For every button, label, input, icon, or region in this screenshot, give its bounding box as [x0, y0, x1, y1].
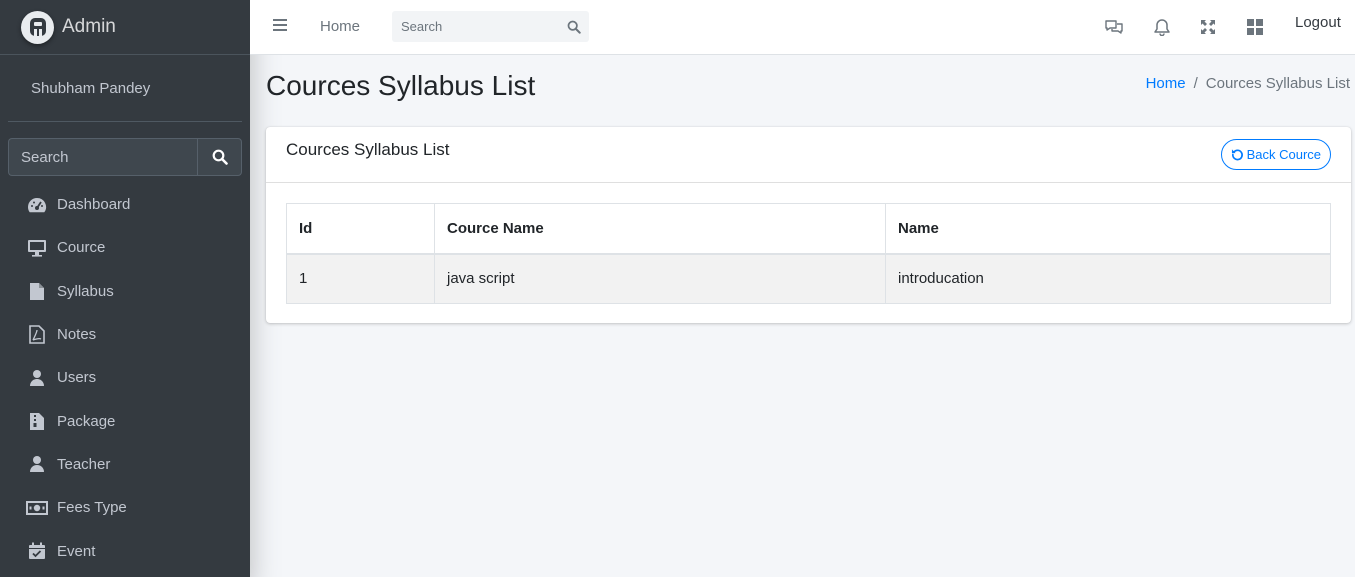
user-icon — [26, 454, 48, 474]
breadcrumb-home-link[interactable]: Home — [1146, 75, 1186, 92]
navbar-search-input[interactable]: Search — [392, 19, 559, 34]
sidebar-item-label: Notes — [57, 326, 97, 344]
sidebar-item-label: Dashboard — [57, 196, 131, 214]
apps-button[interactable] — [1244, 16, 1266, 38]
expand-icon — [1201, 20, 1215, 34]
column-header-cource-name: Cource Name — [434, 203, 886, 255]
table-row: 1 java script introducation — [286, 253, 1331, 304]
brand-logo-icon — [29, 18, 46, 36]
breadcrumb-separator: / — [1193, 75, 1198, 92]
sidebar-item-label: Fees Type — [57, 499, 127, 517]
menu-toggle-button[interactable] — [272, 18, 288, 37]
sidebar-item-fees-type[interactable]: Fees Type — [8, 486, 242, 529]
sidebar-item-label: Teacher — [57, 455, 111, 473]
sidebar-item-notes[interactable]: Notes — [8, 313, 242, 356]
sidebar-search-button[interactable] — [197, 138, 242, 176]
column-header-name: Name — [885, 203, 1331, 255]
sidebar-item-package[interactable]: Package — [8, 399, 242, 442]
sidebar-item-cource[interactable]: Cource — [8, 226, 242, 269]
back-cource-label: Back Cource — [1246, 147, 1321, 162]
bars-icon — [273, 19, 287, 31]
back-cource-button[interactable]: Back Cource — [1220, 139, 1331, 170]
card-title: Cources Syllabus List — [286, 140, 450, 159]
navbar-search-button[interactable] — [559, 20, 589, 34]
sidebar-item-label: Cource — [57, 239, 106, 257]
comments-icon — [1105, 20, 1123, 34]
sidebar-search-input[interactable]: Search — [8, 138, 197, 176]
search-icon — [567, 20, 581, 34]
sidebar-item-label: Users — [57, 369, 97, 387]
desktop-icon — [26, 238, 48, 258]
tachometer-icon — [26, 195, 48, 215]
navbar-search: Search — [392, 11, 589, 42]
table-header-row: Id Cource Name Name — [286, 203, 1331, 255]
sidebar-item-label: Package — [57, 412, 116, 430]
money-bill-icon — [26, 498, 48, 518]
sidebar-item-syllabus[interactable]: Syllabus — [8, 270, 242, 313]
file-archive-icon — [26, 411, 48, 431]
sidebar-item-users[interactable]: Users — [8, 356, 242, 399]
syllabus-table: Id Cource Name Name 1 java script introd… — [286, 203, 1331, 304]
fullscreen-button[interactable] — [1197, 16, 1219, 38]
brand-link[interactable]: Admin — [0, 0, 250, 55]
user-name[interactable]: Shubham Pandey — [31, 80, 150, 97]
logout-link[interactable]: Logout — [1295, 14, 1341, 31]
calendar-check-icon — [26, 541, 48, 561]
card-header: Cources Syllabus List Back Cource — [266, 127, 1351, 183]
nav-home-link[interactable]: Home — [320, 18, 360, 35]
sidebar-item-label: Syllabus — [57, 282, 114, 300]
cell-cource-name: java script — [434, 253, 886, 304]
sidebar-nav: Dashboard Cource Syllabus Notes Users Pa… — [8, 183, 242, 573]
undo-icon — [1231, 149, 1243, 161]
main-sidebar: Admin Shubham Pandey Search Dashboard Co… — [0, 0, 250, 577]
notifications-button[interactable] — [1151, 16, 1173, 38]
sidebar-item-teacher[interactable]: Teacher — [8, 443, 242, 486]
th-large-icon — [1247, 19, 1263, 35]
sidebar-item-event[interactable]: Event — [8, 529, 242, 572]
sidebar-item-label: Event — [57, 542, 96, 560]
sidebar-item-dashboard[interactable]: Dashboard — [8, 183, 242, 226]
brand-text: Admin — [62, 16, 116, 37]
search-icon — [212, 149, 228, 165]
brand-logo — [21, 10, 54, 44]
breadcrumb: Home / Cources Syllabus List — [1146, 75, 1350, 92]
user-panel: Shubham Pandey — [8, 55, 242, 122]
messages-button[interactable] — [1103, 16, 1125, 38]
column-header-id: Id — [286, 203, 435, 255]
cell-name: introducation — [885, 253, 1331, 304]
file-pdf-icon — [26, 325, 48, 345]
file-icon — [26, 281, 48, 301]
bell-icon — [1154, 19, 1170, 36]
breadcrumb-active: Cources Syllabus List — [1205, 75, 1350, 92]
sidebar-search: Search — [8, 138, 242, 176]
syllabus-card: Cources Syllabus List Back Cource Id Cou… — [266, 127, 1351, 323]
user-icon — [26, 368, 48, 388]
top-navbar: Home Search Logout — [250, 0, 1355, 55]
cell-id: 1 — [286, 253, 435, 304]
page-title: Cources Syllabus List — [266, 70, 536, 101]
